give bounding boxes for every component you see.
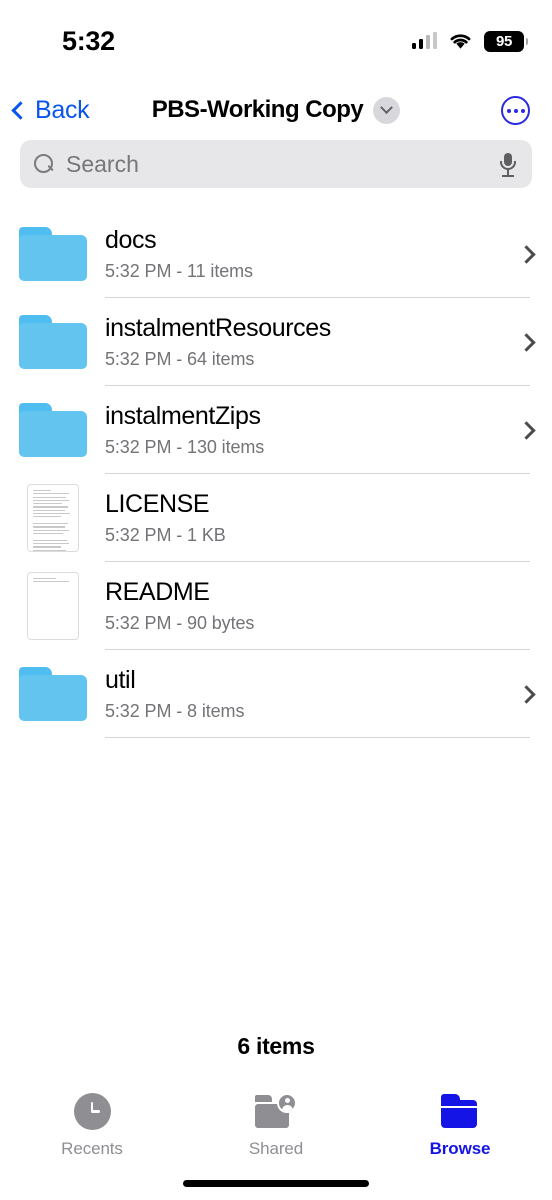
row-separator: [105, 736, 530, 738]
file-subtitle: 5:32 PM - 90 bytes: [105, 613, 255, 634]
more-options-button[interactable]: [501, 96, 530, 125]
file-name: util: [105, 665, 136, 694]
chevron-right-icon: [500, 420, 552, 440]
search-input[interactable]: [64, 149, 498, 179]
file-name: docs: [105, 225, 157, 254]
tab-recents[interactable]: Recents: [0, 1085, 184, 1173]
shared-folder-person-icon: [255, 1093, 297, 1130]
file-name: instalmentZips: [105, 401, 261, 430]
search-bar[interactable]: [20, 140, 532, 188]
tab-label: Shared: [248, 1139, 304, 1158]
tab-browse[interactable]: Browse: [368, 1085, 552, 1173]
file-subtitle: 5:32 PM - 1 KB: [105, 525, 226, 546]
folder-icon: [0, 667, 105, 721]
chevron-right-icon: [500, 684, 552, 704]
back-button[interactable]: Back: [10, 88, 90, 132]
file-name: README: [105, 577, 210, 606]
clock-icon: [73, 1093, 111, 1130]
title-menu-button[interactable]: [373, 96, 401, 124]
file-subtitle: 5:32 PM - 64 items: [105, 349, 255, 370]
file-row-text: util 5:32 PM - 8 items: [105, 666, 500, 723]
folder-icon: [0, 227, 105, 281]
folder-icon: [0, 315, 105, 369]
chevron-right-icon: [500, 332, 552, 352]
file-row[interactable]: instalmentZips 5:32 PM - 130 items: [0, 386, 552, 474]
file-name: LICENSE: [105, 489, 210, 518]
status-bar-time: 5:32: [62, 26, 115, 56]
navigation-bar: Back PBS-Working Copy: [0, 88, 552, 136]
page-title: PBS-Working Copy: [151, 96, 364, 123]
item-count-label: 6 items: [237, 1033, 315, 1059]
microphone-icon[interactable]: [498, 152, 518, 177]
file-name: instalmentResources: [105, 313, 331, 342]
battery-indicator: 95: [484, 30, 528, 52]
file-subtitle: 5:32 PM - 130 items: [105, 437, 265, 458]
tab-label: Recents: [61, 1139, 123, 1158]
files-app-screen: 5:32 95 Back PBS-Working Copy Search doc…: [0, 0, 552, 1200]
battery-percent-label: 95: [495, 32, 513, 50]
chevron-left-icon: [11, 100, 30, 120]
file-subtitle: 5:32 PM - 11 items: [105, 261, 253, 282]
file-row-text: README 5:32 PM - 90 bytes: [105, 578, 500, 635]
folder-icon: [439, 1093, 481, 1130]
file-row[interactable]: instalmentResources 5:32 PM - 64 items: [0, 298, 552, 386]
tab-bar: Recents Shared Browse: [0, 1085, 552, 1173]
search-icon: [34, 153, 55, 175]
tab-shared[interactable]: Shared: [184, 1085, 368, 1173]
wifi-icon: [450, 34, 471, 49]
cellular-bars-icon: [411, 32, 437, 49]
ellipsis-dot: [506, 108, 511, 113]
file-row[interactable]: LICENSE 5:32 PM - 1 KB: [0, 474, 552, 562]
file-row[interactable]: docs 5:32 PM - 11 items: [0, 210, 552, 298]
document-icon: [0, 572, 105, 640]
file-row-text: docs 5:32 PM - 11 items: [105, 226, 500, 283]
folder-icon: [0, 403, 105, 457]
ellipsis-dot: [520, 108, 525, 113]
document-icon: [0, 484, 105, 552]
status-bar: 5:32 95: [0, 0, 552, 74]
file-row[interactable]: util 5:32 PM - 8 items: [0, 650, 552, 738]
chevron-right-icon: [500, 244, 552, 264]
ellipsis-dot: [513, 108, 518, 113]
chevron-down-icon: [380, 100, 394, 114]
status-bar-indicators: 95: [411, 28, 528, 54]
home-indicator: [183, 1180, 369, 1187]
file-row[interactable]: README 5:32 PM - 90 bytes: [0, 562, 552, 650]
file-row-text: instalmentZips 5:32 PM - 130 items: [105, 402, 500, 459]
file-row-text: instalmentResources 5:32 PM - 64 items: [105, 314, 500, 371]
file-subtitle: 5:32 PM - 8 items: [105, 701, 245, 722]
back-button-label: Back: [35, 95, 90, 124]
file-list: docs 5:32 PM - 11 items instalmentResource…: [0, 210, 552, 738]
tab-label: Browse: [429, 1139, 491, 1158]
file-row-text: LICENSE 5:32 PM - 1 KB: [105, 490, 500, 547]
